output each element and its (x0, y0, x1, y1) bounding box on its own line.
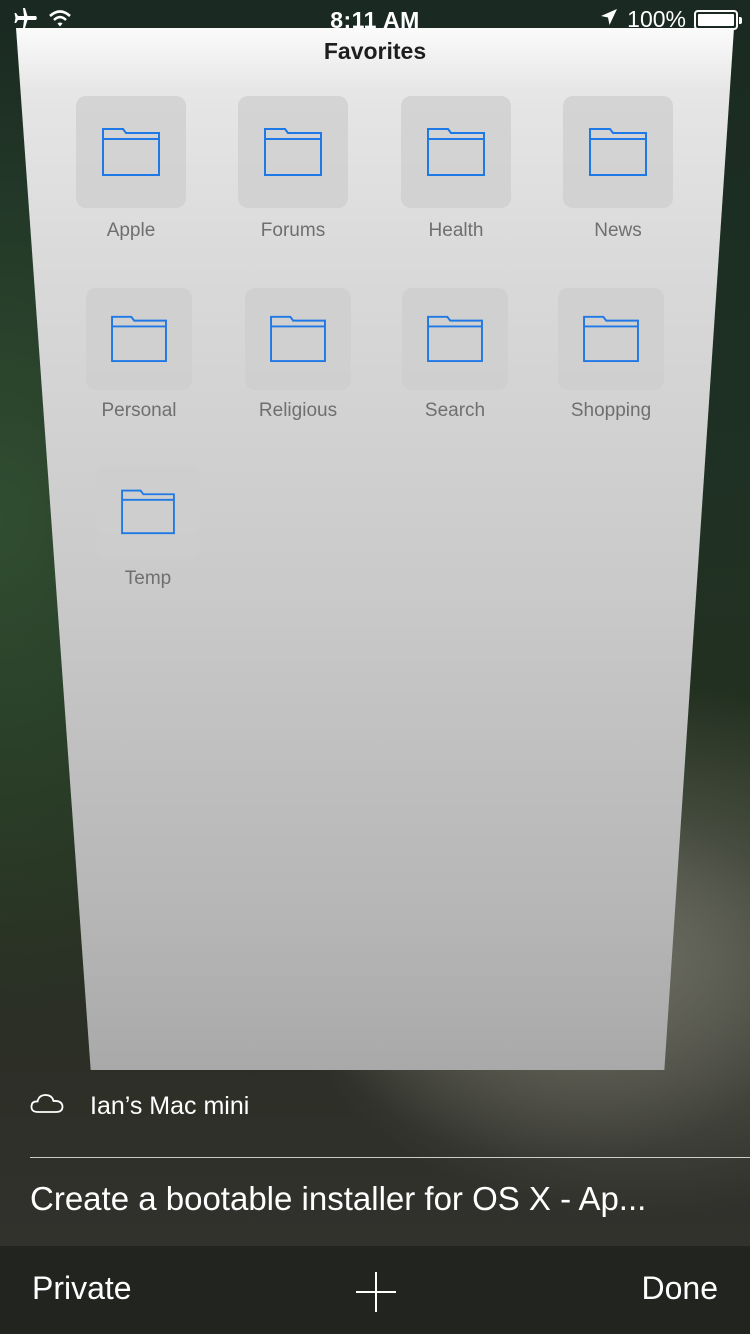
favorite-health[interactable]: Health (401, 96, 511, 241)
favorite-label: Search (424, 400, 486, 421)
favorite-religious[interactable]: Religious (245, 288, 351, 421)
folder-icon (426, 123, 486, 182)
favorite-temp[interactable]: Temp (97, 465, 199, 589)
favorite-personal[interactable]: Personal (86, 288, 192, 421)
favorite-tile (563, 96, 673, 208)
folder-icon (582, 311, 640, 368)
favorite-tile (86, 288, 192, 390)
favorite-label: Religious (258, 400, 338, 421)
divider (30, 1157, 750, 1158)
favorite-label: Health (428, 220, 484, 241)
favorite-label: News (594, 220, 642, 241)
battery-icon (694, 9, 742, 30)
folder-icon (269, 311, 327, 368)
private-button[interactable]: Private (32, 1270, 132, 1307)
plus-icon (354, 1272, 398, 1318)
favorite-label: Personal (101, 400, 177, 421)
favorite-label: Apple (106, 220, 156, 241)
new-tab-button[interactable] (354, 1270, 398, 1314)
favorite-tile (401, 96, 511, 208)
icloud-tab-link[interactable]: Create a bootable installer for OS X - A… (30, 1180, 730, 1218)
favorite-label: Temp (124, 568, 172, 589)
favorite-label: Forums (260, 220, 326, 241)
device-name: Ian’s Mac mini (90, 1092, 250, 1120)
folder-icon (263, 123, 323, 182)
battery-fill (698, 13, 734, 26)
favorite-apple[interactable]: Apple (76, 96, 186, 241)
favorite-tile (76, 96, 186, 208)
cloud-icon (30, 1092, 64, 1121)
favorite-forums[interactable]: Forums (238, 96, 348, 241)
favorite-tile (238, 96, 348, 208)
favorite-tile (402, 288, 508, 390)
done-button[interactable]: Done (642, 1270, 719, 1307)
folder-icon (588, 123, 648, 182)
favorite-shopping[interactable]: Shopping (558, 288, 664, 421)
bottom-toolbar: Private Done (0, 1246, 750, 1334)
favorite-tile (558, 288, 664, 390)
icloud-device-header: Ian’s Mac mini (30, 1092, 249, 1121)
favorite-news[interactable]: News (563, 96, 673, 241)
favorite-tile (97, 465, 199, 559)
tab-card[interactable]: Favorites Apple Forums Health News Perso… (16, 28, 734, 1070)
folder-icon (101, 123, 161, 182)
favorite-search[interactable]: Search (402, 288, 508, 421)
page-title: Favorites (323, 38, 427, 64)
favorite-label: Shopping (570, 400, 652, 421)
folder-icon (120, 485, 176, 540)
folder-icon (426, 311, 484, 368)
folder-icon (110, 311, 168, 368)
favorite-tile (245, 288, 351, 390)
